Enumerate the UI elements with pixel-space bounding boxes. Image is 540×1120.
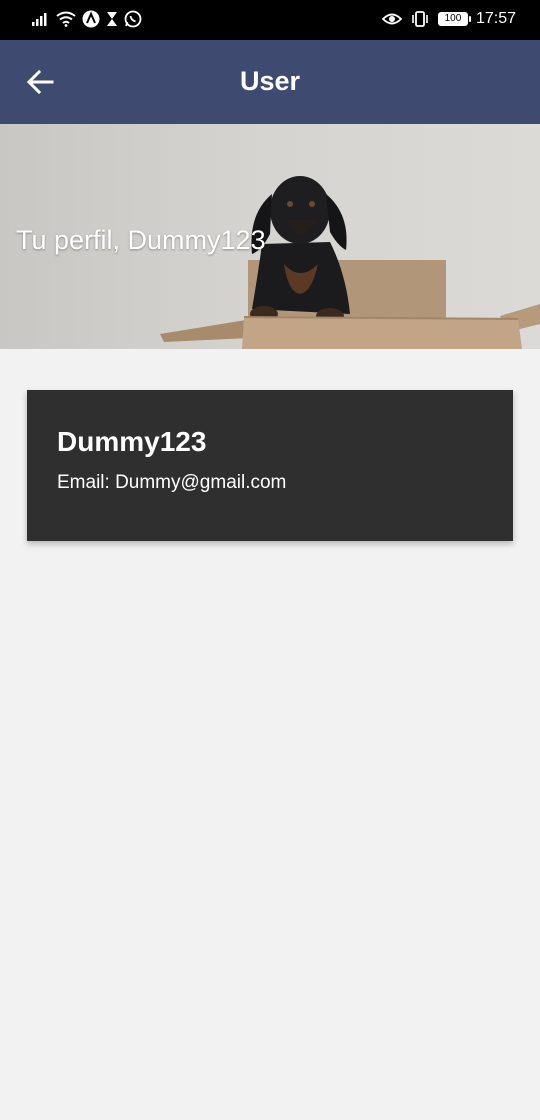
hourglass-icon [107,12,117,26]
page-title: User [239,66,301,96]
battery-icon: 100 [437,12,471,26]
profile-banner: Tu perfil, Dummy123 [0,124,540,349]
app-notification-icon [82,10,100,28]
profile-username: Dummy123 [57,426,207,457]
profile-card: Dummy123 Email: Dummy@gmail.com [27,390,513,541]
profile-greeting: Tu perfil, Dummy123 [16,225,266,255]
status-time: 17:57 [475,10,516,27]
eye-icon [381,13,402,25]
wifi-icon [56,11,76,27]
vibrate-icon [412,11,428,27]
whatsapp-icon [124,10,142,28]
status-bar-left-icons [32,10,142,28]
app-bar: User [0,40,540,124]
status-bar-right-icons: 100 17:57 [381,10,516,28]
profile-email: Email: Dummy@gmail.com [57,472,287,493]
signal-icon [32,13,47,26]
status-bar: 100 17:57 [0,0,540,40]
